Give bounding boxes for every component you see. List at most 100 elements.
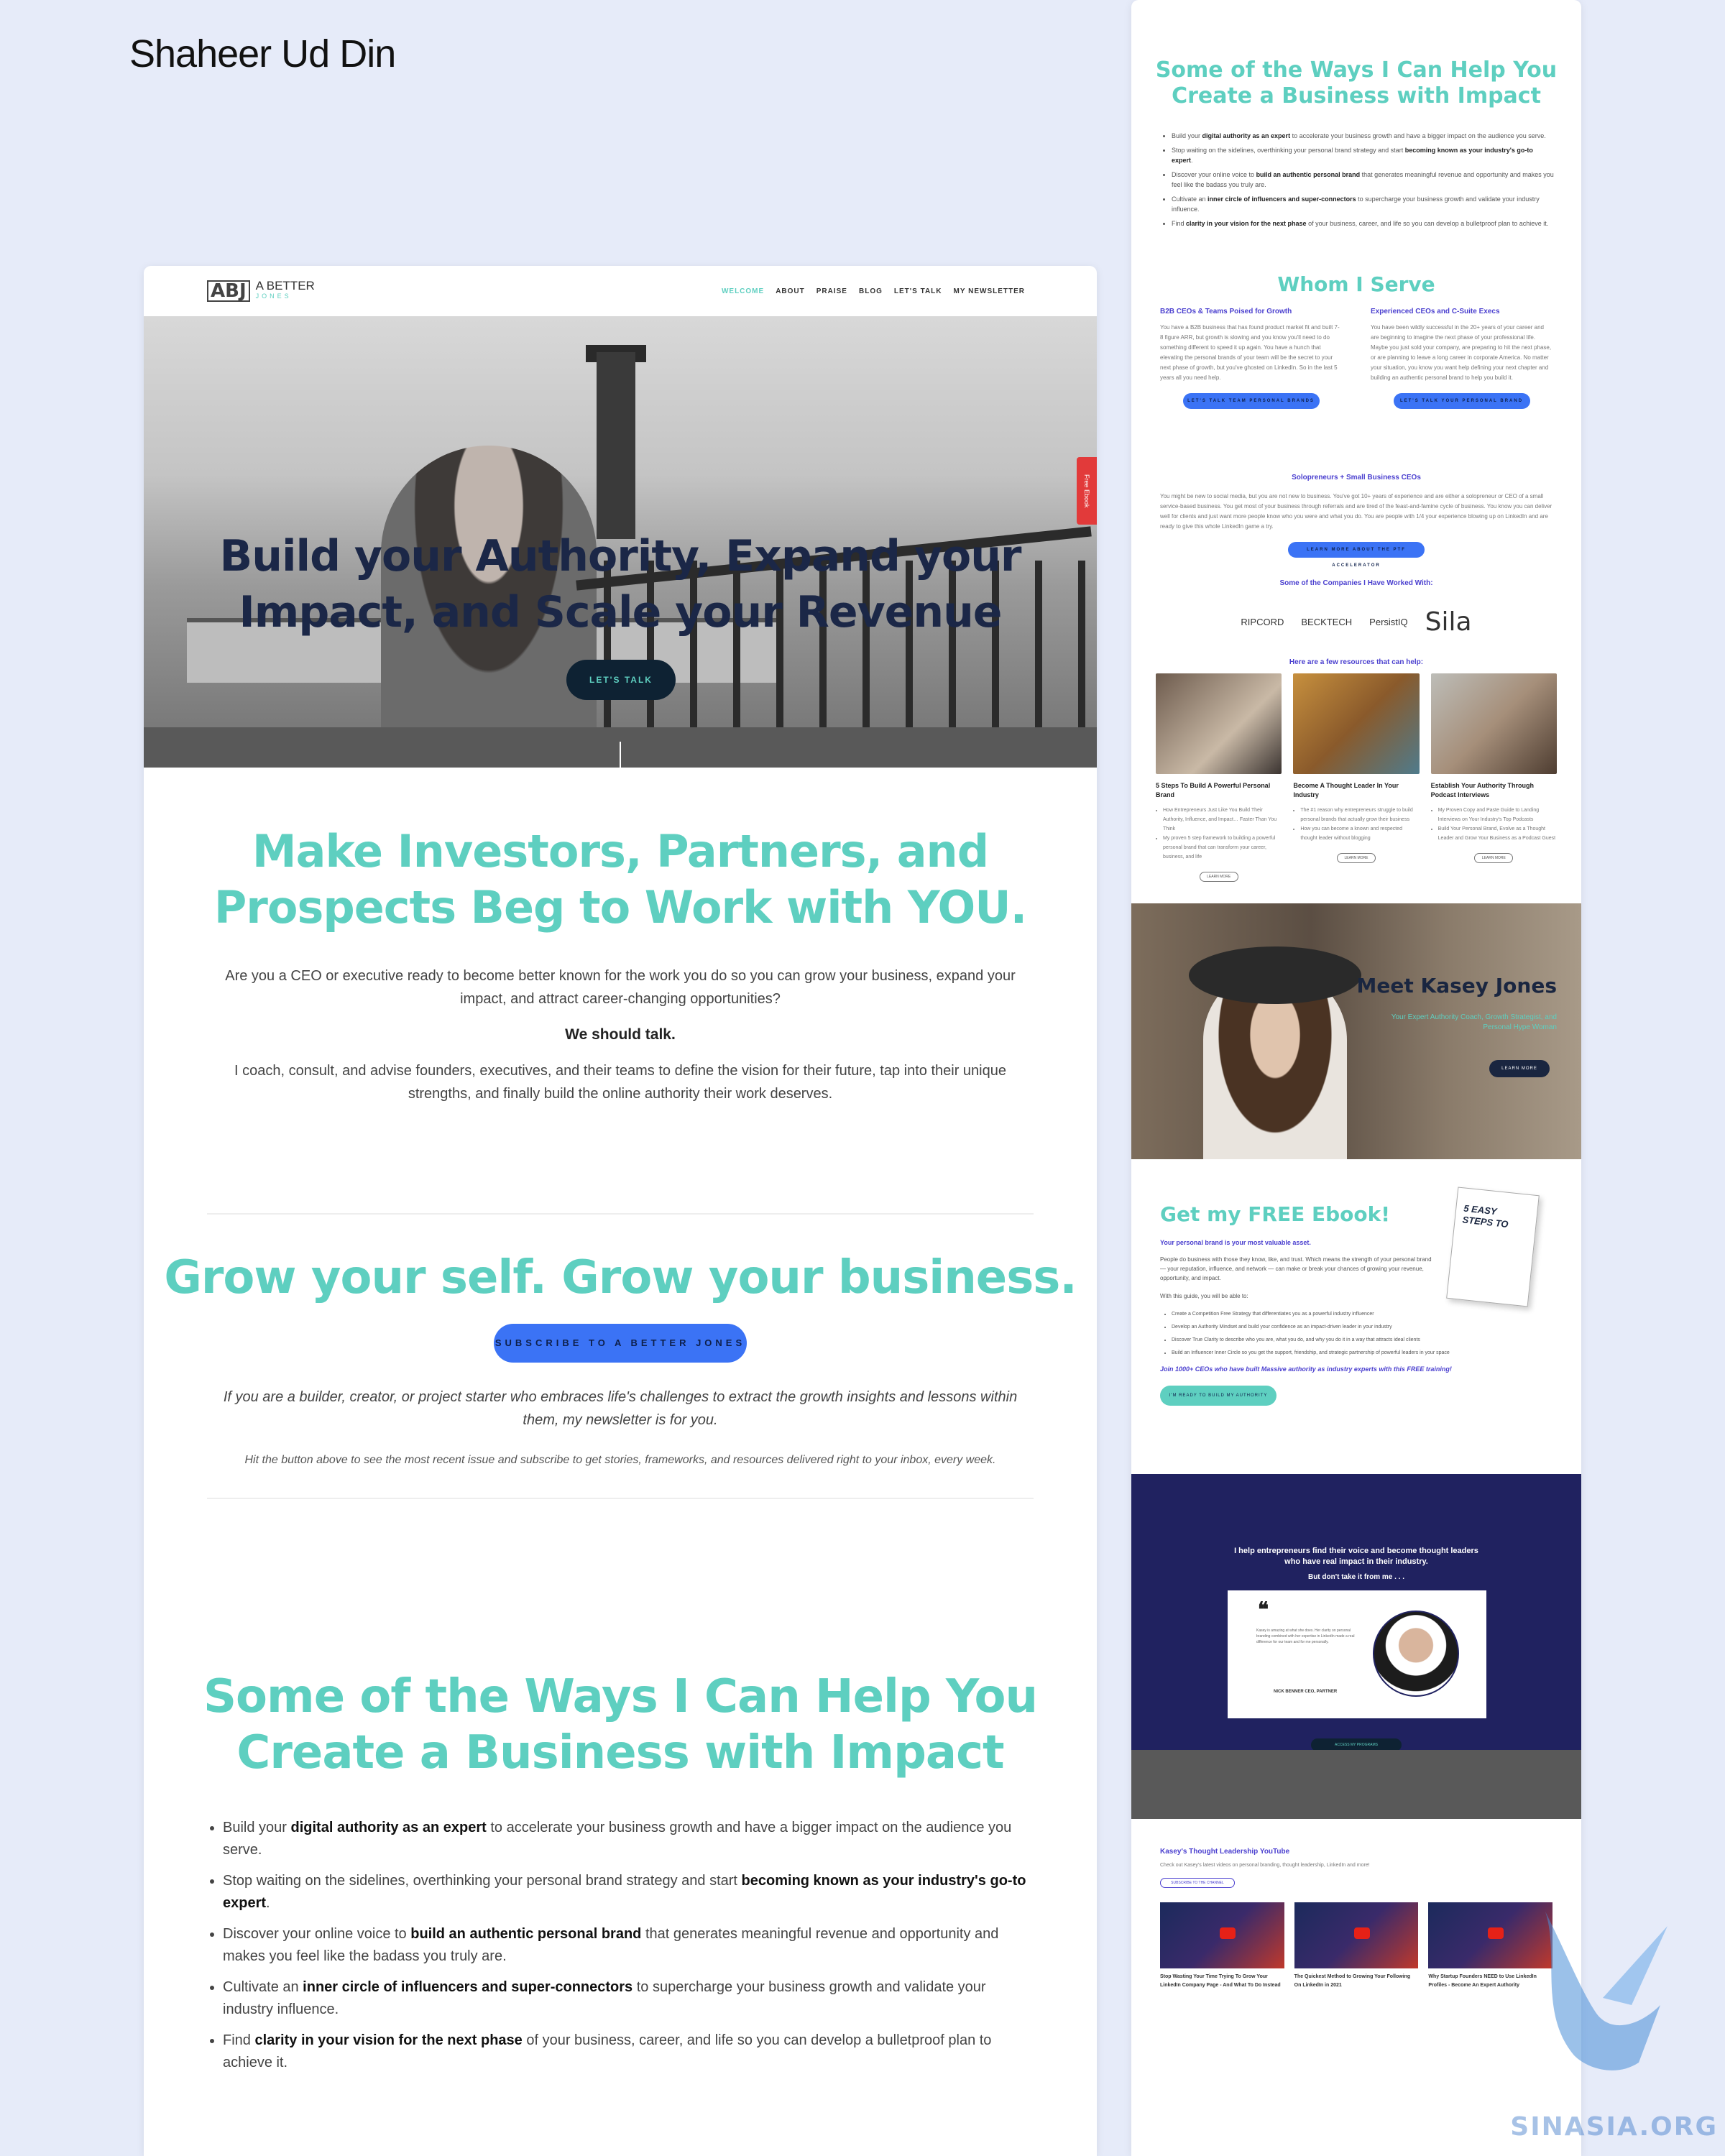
list-item: Build your digital authority as an exper… [223,1817,1032,1861]
team-brands-button[interactable]: LET'S TALK TEAM PERSONAL BRANDS [1182,393,1320,409]
intro-paragraph: Are you a CEO or executive ready to beco… [225,968,1016,1007]
solopreneurs-text: You might be new to social media, but yo… [1160,493,1552,530]
list-item: Find clarity in your vision for the next… [1172,218,1555,229]
resource-image [1293,673,1420,774]
logo-becktech: BECKTECH [1301,617,1353,627]
investors-heading: Make Investors, Partners, and Prospects … [213,825,1027,934]
we-should-talk: We should talk. [565,1026,676,1043]
list-item: Create a Competition Free Strategy that … [1172,1308,1552,1321]
video-title: The Quickest Method to Growing Your Foll… [1294,1974,1411,1988]
list-item: Cultivate an inner circle of influencers… [223,1976,1032,2021]
free-ebook-tab[interactable]: Free Ebook [1077,457,1097,525]
audience-text: You have been wildly successful in the 2… [1371,324,1552,381]
testimonial-quote: Kasey is amazing at what she does. Her c… [1256,1628,1355,1644]
logo-sila: Sila [1425,607,1472,637]
resources-grid: 5 Steps To Build A Powerful Personal Bra… [1131,673,1581,882]
nav-blog[interactable]: BLOG [859,287,883,295]
watermark-text: SINASIA.ORG [1510,2112,1718,2142]
nav-newsletter[interactable]: MY NEWSLETTER [954,287,1025,295]
resources-heading: Here are a few resources that can help: [1289,658,1424,666]
subscribe-button[interactable]: SUBSCRIBE TO A BETTER JONES [494,1324,747,1363]
whom-i-serve-heading: Whom I Serve [1277,272,1435,296]
scroll-indicator [620,742,621,768]
main-menu: WELCOME ABOUT PRAISE BLOG LET'S TALK MY … [722,287,1025,295]
audience-text: You have a B2B business that has found p… [1160,324,1340,381]
list-item: Discover your online voice to build an a… [1172,170,1555,190]
right-help-list: Build your digital authority as an exper… [1172,131,1555,229]
list-item: Discover your online voice to build an a… [223,1923,1032,1968]
list-item: Develop an Authority Mindset and build y… [1172,1321,1552,1334]
list-item: Build an Influencer Inner Circle so you … [1172,1347,1552,1360]
logo-ripcord: RIPCORD [1241,617,1284,627]
companies-heading: Some of the Companies I Have Worked With… [1279,579,1433,587]
site-nav: ABJ A BETTER JONES WELCOME ABOUT PRAISE … [144,266,1097,316]
site-logo[interactable]: ABJ A BETTER JONES [207,280,315,302]
right-help-heading: Some of the Ways I Can Help You Create a… [1155,57,1558,109]
nav-lets-talk[interactable]: LET'S TALK [894,287,942,295]
list-item: Cultivate an inner circle of influencers… [1172,194,1555,214]
ebook-with: With this guide, you will be able to: [1160,1293,1248,1299]
video-thumbnail [1160,1902,1284,1968]
subscribe-channel-button[interactable]: SUBSCRIBE TO THE CHANNEL [1160,1878,1235,1888]
youtube-section: Kasey's Thought Leadership YouTube Check… [1131,1819,1581,1990]
ebook-list: Create a Competition Free Strategy that … [1172,1308,1552,1360]
audience-ceos: Experienced CEOs and C-Suite Execs You h… [1371,308,1552,409]
help-heading: Some of the Ways I Can Help You Create a… [203,1670,1038,1779]
testimonial-heading: I help entrepreneurs find their voice an… [1234,1547,1478,1566]
nav-welcome[interactable]: WELCOME [722,287,764,295]
personal-brand-button[interactable]: LET'S TALK YOUR PERSONAL BRAND [1393,393,1530,409]
resource-title: 5 Steps To Build A Powerful Personal Bra… [1156,782,1271,798]
audience-title: B2B CEOs & Teams Poised for Growth [1160,308,1292,315]
youtube-subtitle: Check out Kasey's latest videos on perso… [1160,1863,1370,1868]
hero-bottom-bar [144,727,1097,768]
bird-watermark-icon [1545,1912,1668,2070]
resource-image [1156,673,1282,774]
resource-card: Become A Thought Leader In Your Industry… [1293,673,1420,882]
grow-heading: Grow your self. Grow your business. [164,1251,1077,1304]
meet-kasey-banner: Meet Kasey Jones Your Expert Authority C… [1131,903,1581,1159]
ebook-section: Get my FREE Ebook! Your personal brand i… [1131,1159,1581,1474]
testimonial-card[interactable]: ❝ Kasey is amazing at what she does. Her… [1228,1590,1486,1718]
audience-b2b: B2B CEOs & Teams Poised for Growth You h… [1160,308,1342,409]
author-name: Shaheer Ud Din [129,32,396,75]
video-list: Stop Wasting Your Time Trying To Grow Yo… [1160,1902,1553,1990]
company-logos: RIPCORD BECKTECH PersistIQ Sila [1131,607,1581,637]
play-icon [1353,1927,1370,1939]
meet-learn-more-button[interactable]: LEARN MORE [1489,1060,1550,1077]
testimonial-name: NICK BENNER CEO, PARTNER [1274,1690,1338,1694]
ebook-paragraph: People do business with those they know,… [1160,1256,1432,1281]
logo-line2: JONES [255,292,292,300]
learn-more-button[interactable]: LEARN MORE [1199,872,1238,882]
full-page-preview: Some of the Ways I Can Help You Create a… [1131,0,1581,2156]
hat [1189,946,1361,1004]
ebook-join: Join 1000+ CEOs who have built Massive a… [1160,1365,1452,1373]
learn-more-button[interactable]: LEARN MORE [1336,853,1376,863]
gray-band [1131,1750,1581,1819]
quote-icon: ❝ [1258,1598,1269,1621]
youtube-title: Kasey's Thought Leadership YouTube [1160,1848,1290,1856]
nav-about[interactable]: ABOUT [776,287,805,295]
help-list: Build your digital authority as an exper… [223,1817,1032,2074]
list-item: Find clarity in your vision for the next… [223,2030,1032,2074]
accelerator-button[interactable]: LEARN MORE ABOUT THE PTF ACCELERATOR [1288,542,1425,568]
video-thumbnail [1294,1902,1419,1968]
video-title: Stop Wasting Your Time Trying To Grow Yo… [1160,1974,1281,1988]
list-item: Build your digital authority as an exper… [1172,131,1555,141]
nav-praise[interactable]: PRAISE [816,287,847,295]
lets-talk-button[interactable]: LET'S TALK [566,660,676,700]
list-item: Stop waiting on the sidelines, overthink… [1172,145,1555,165]
divider [207,1498,1034,1499]
resource-card: Establish Your Authority Through Podcast… [1430,673,1557,882]
ebook-button[interactable]: I'M READY TO BUILD MY AUTHORITY [1160,1386,1276,1406]
list-item: Discover True Clarity to describe who yo… [1172,1334,1552,1347]
video-card[interactable]: The Quickest Method to Growing Your Foll… [1294,1902,1419,1990]
newsletter-hint: Hit the button above to see the most rec… [244,1454,996,1466]
newsletter-paragraph: If you are a builder, creator, or projec… [223,1389,1018,1428]
learn-more-button[interactable]: LEARN MORE [1474,853,1514,863]
resource-card: 5 Steps To Build A Powerful Personal Bra… [1156,673,1282,882]
testimonial-sub: But don't take it from me . . . [1307,1573,1405,1581]
logo-persistiq: PersistIQ [1369,617,1408,627]
testimonial-section: I help entrepreneurs find their voice an… [1131,1474,1581,1819]
meet-title: Meet Kasey Jones [1356,974,1557,998]
video-card[interactable]: Stop Wasting Your Time Trying To Grow Yo… [1160,1902,1284,1990]
